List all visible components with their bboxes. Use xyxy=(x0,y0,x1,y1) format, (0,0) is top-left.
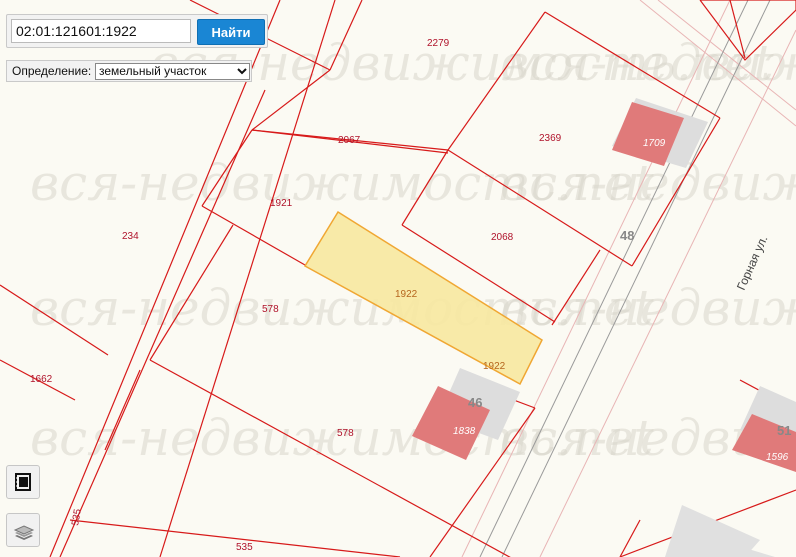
cadastral-map[interactable]: вся-недвижимость.net вся-недвижимость.ne… xyxy=(0,0,796,557)
watermark-text: вся-недвижимость.net xyxy=(500,154,796,212)
parcel-label: 2369 xyxy=(539,133,562,144)
parcel-label: 2067 xyxy=(338,135,361,146)
ruler-button[interactable] xyxy=(6,465,40,499)
parcel-label: 535 xyxy=(236,542,253,553)
ruler-icon xyxy=(15,473,31,491)
parcel-label: 1921 xyxy=(270,198,293,209)
watermark-group: вся-недвижимость.net вся-недвижимость.ne… xyxy=(30,34,796,467)
building-label: 1709 xyxy=(643,138,666,149)
parcel-label: 234 xyxy=(122,231,139,242)
layers-button[interactable] xyxy=(6,513,40,547)
building-label: 1838 xyxy=(453,426,476,437)
building-label: 1596 xyxy=(766,452,789,463)
definition-select[interactable]: земельный участок xyxy=(95,63,250,80)
search-panel: Найти xyxy=(6,14,268,48)
house-number: 51 xyxy=(777,423,791,438)
parcel-label: 1922 xyxy=(483,361,506,372)
parcel-label: 2068 xyxy=(491,232,514,243)
parcel-label: 2279 xyxy=(427,38,450,49)
parcel-label: 578 xyxy=(337,428,354,439)
parcel-label: 1662 xyxy=(30,374,53,385)
house-number: 48 xyxy=(620,228,634,243)
definition-label: Определение: xyxy=(12,64,92,78)
parcel-label: 535 xyxy=(70,508,84,527)
watermark-text: вся-недвижимость.net xyxy=(500,279,796,337)
definition-panel: Определение: земельный участок xyxy=(6,60,252,82)
definition-selected-value: земельный участок xyxy=(99,64,207,78)
watermark-text: вся-недвижимость.net xyxy=(500,34,796,92)
parcel-label: 578 xyxy=(262,304,279,315)
layers-icon xyxy=(13,525,35,540)
search-button[interactable]: Найти xyxy=(197,19,265,45)
cadastral-search-input[interactable] xyxy=(11,19,191,43)
house-number: 46 xyxy=(468,395,482,410)
chevron-down-icon xyxy=(237,65,247,82)
parcel-label: 1922 xyxy=(395,289,418,300)
